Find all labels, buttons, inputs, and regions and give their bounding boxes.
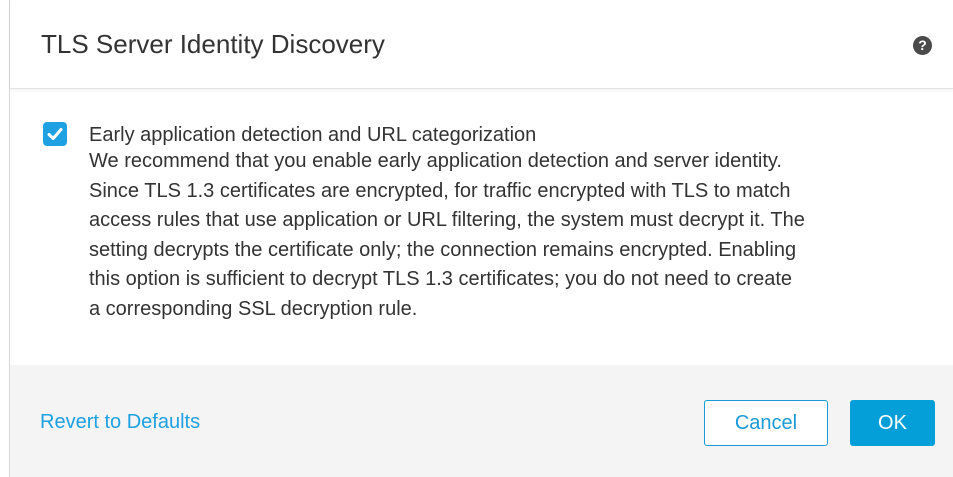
cancel-button[interactable]: Cancel [704, 400, 828, 446]
description-line: a corresponding SSL decryption rule. [89, 297, 418, 320]
description-line: access rules that use application or URL… [89, 209, 805, 231]
dialog-footer: Revert to Defaults Cancel OK [10, 365, 953, 477]
early-detection-label[interactable]: Early application detection and URL cate… [89, 122, 536, 148]
description-line: setting decrypts the certificate only; t… [89, 238, 797, 261]
dialog-title: TLS Server Identity Discovery [41, 29, 385, 59]
help-icon[interactable]: ? [913, 36, 932, 55]
early-detection-checkbox[interactable] [43, 122, 67, 146]
ok-button[interactable]: OK [850, 400, 935, 446]
dialog-body: Early application detection and URL cate… [10, 89, 953, 365]
tls-server-identity-dialog: TLS Server Identity Discovery ? Early ap… [9, 0, 953, 477]
description-line: Since TLS 1.3 certificates are encrypted… [89, 179, 791, 202]
revert-to-defaults-link[interactable]: Revert to Defaults [40, 411, 200, 434]
dialog-header: TLS Server Identity Discovery ? [10, 0, 953, 89]
checkmark-icon [47, 128, 63, 140]
description-line: this option is sufficient to decrypt TLS… [89, 268, 792, 290]
option-description: We recommend that you enable early appli… [89, 147, 939, 324]
description-line: We recommend that you enable early appli… [89, 150, 782, 172]
